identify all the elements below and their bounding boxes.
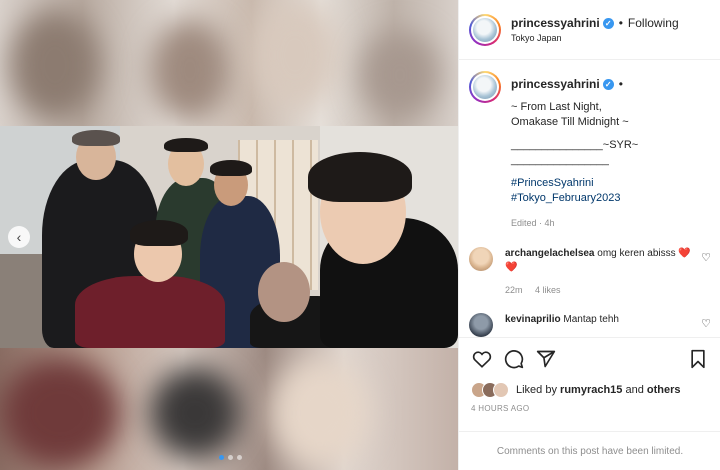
post-media[interactable]: ‹ <box>0 0 458 470</box>
carousel-dot[interactable] <box>219 455 224 460</box>
comment-likes[interactable]: 4 likes <box>535 285 561 295</box>
avatar <box>493 382 509 398</box>
comment-like-heart-icon[interactable]: ♡ <box>701 251 711 264</box>
verified-badge-icon: ✓ <box>602 17 614 29</box>
caption: princessyahrini ✓ • ~ From Last Night, O… <box>469 71 711 231</box>
hashtag-link[interactable]: #PrincesSyahrini <box>511 176 638 191</box>
comment-like-heart-icon[interactable]: ♡ <box>701 317 711 330</box>
post-header: princessyahrini ✓ • Following Tokyo Japa… <box>459 0 720 60</box>
carousel-dot[interactable] <box>237 455 242 460</box>
comments-limited-notice: Comments on this post have been limited. <box>459 431 720 470</box>
likes-summary[interactable]: Liked by rumyrach15 and others <box>471 382 709 398</box>
comment-item: archangelachelsea omg keren abisss ❤️❤️ … <box>469 247 711 297</box>
avatar[interactable] <box>469 13 501 46</box>
comment-item: kevinaprilio Mantap tehh ♡ <box>469 313 711 337</box>
comment-username[interactable]: kevinaprilio <box>505 314 561 325</box>
caption-username[interactable]: princessyahrini <box>511 77 600 92</box>
avatar[interactable] <box>469 71 501 103</box>
liked-by-prefix: Liked by <box>516 384 557 396</box>
carousel-dots <box>219 455 242 460</box>
comment-icon[interactable] <box>503 348 525 370</box>
heart-icon[interactable] <box>471 348 493 370</box>
share-icon[interactable] <box>535 348 557 370</box>
blurred-background-bottom <box>0 348 458 470</box>
post-sidebar: princessyahrini ✓ • Following Tokyo Japa… <box>458 0 720 470</box>
liked-by-user[interactable]: rumyrach15 <box>560 384 622 396</box>
comment-text: Mantap tehh <box>563 314 619 325</box>
separator-dot: • <box>618 16 623 30</box>
chevron-left-icon: ‹ <box>16 229 22 245</box>
comment-username[interactable]: archangelachelsea <box>505 248 595 259</box>
caption-text: Omakase Till Midnight ~ <box>511 116 629 128</box>
post-timestamp[interactable]: 4 HOURS AGO <box>471 404 709 413</box>
verified-badge-icon: ✓ <box>602 79 614 90</box>
bookmark-icon[interactable] <box>687 348 709 370</box>
comments-section[interactable]: princessyahrini ✓ • ~ From Last Night, O… <box>459 61 720 337</box>
blurred-background-top <box>0 0 458 126</box>
caption-signature: _______________~SYR~ <box>511 139 639 151</box>
liked-by-conj: and <box>625 384 644 396</box>
liked-by-others[interactable]: others <box>647 384 681 396</box>
separator-dot: • <box>618 77 623 91</box>
comment-age: 22m <box>505 285 523 295</box>
caption-signature: ________________ <box>511 154 609 166</box>
avatar[interactable] <box>469 313 493 337</box>
post-actions: Liked by rumyrach15 and others 4 HOURS A… <box>459 337 720 413</box>
following-button[interactable]: Following <box>628 16 679 30</box>
carousel-dot[interactable] <box>228 455 233 460</box>
post-photo: ‹ <box>0 126 458 348</box>
liker-avatars <box>471 382 509 398</box>
caption-meta: Edited · 4h <box>511 218 555 228</box>
hashtag-link[interactable]: #Tokyo_February2023 <box>511 191 638 206</box>
caption-text: ~ From Last Night, <box>511 101 602 113</box>
avatar[interactable] <box>469 247 493 271</box>
carousel-prev-button[interactable]: ‹ <box>8 226 30 248</box>
username-link[interactable]: princessyahrini <box>511 16 600 30</box>
location-link[interactable]: Tokyo Japan <box>511 33 679 43</box>
